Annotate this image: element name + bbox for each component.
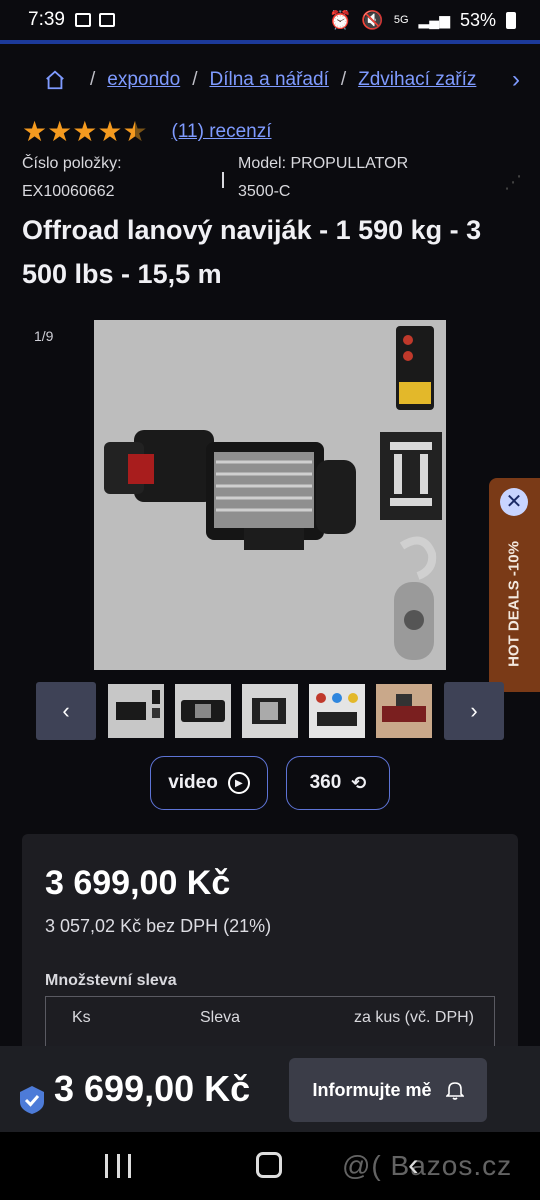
next-image-button[interactable]: ›: [444, 682, 504, 740]
status-indicators: ⏰ 🔇 5G ▂▄▆ 53%: [329, 10, 516, 31]
notify-me-button[interactable]: Informujte mě: [289, 1058, 487, 1122]
hot-deals-label: HOT DEALS -10%: [505, 541, 523, 667]
play-icon: ▶: [227, 772, 250, 794]
gallery-notification-icon: [74, 13, 91, 27]
thumbnail-image: [175, 684, 231, 738]
star-icon: ★: [97, 116, 123, 147]
star-icon: ★: [47, 116, 73, 147]
breadcrumb-separator: /: [90, 69, 96, 90]
video-label: video: [168, 772, 218, 793]
breadcrumb-item-workshop[interactable]: Dílna a nářadí: [209, 69, 328, 91]
bottom-price: 3 699,00 Kč: [54, 1068, 251, 1109]
item-info: Číslo položky: EX10060662 Model: PROPULL…: [22, 150, 522, 208]
chevron-right-icon: ›: [470, 698, 478, 723]
thumbnail[interactable]: [309, 684, 365, 738]
chevron-right-icon[interactable]: ›: [512, 66, 520, 94]
breadcrumb-item-expondo[interactable]: expondo: [107, 69, 180, 91]
thumbnail[interactable]: [376, 684, 432, 738]
item-number-value: EX10060662: [22, 183, 115, 200]
table-header-unit-price: za kus (vč. DPH): [353, 1009, 474, 1026]
chevron-left-icon: ‹: [62, 698, 70, 723]
image-counter: 1/9: [34, 328, 54, 344]
thumbnail-image: [376, 684, 432, 738]
rotate-icon: ⟲: [351, 772, 367, 793]
watermark: @( Bazos.cz: [342, 1150, 513, 1181]
star-icon: ★: [72, 116, 98, 147]
table-header-qty: Ks: [72, 1009, 91, 1026]
thumbnail[interactable]: [242, 684, 298, 738]
home-icon[interactable]: [44, 69, 66, 91]
share-icon[interactable]: ⋰: [504, 172, 522, 192]
thumbnail-image: [309, 684, 365, 738]
alarm-icon: ⏰: [328, 9, 352, 30]
model-value: 3500-C: [238, 183, 291, 200]
product-title: Offroad lanový naviják - 1 590 kg - 3 50…: [22, 215, 482, 289]
network-type: 5G: [393, 14, 409, 26]
battery-icon: [506, 11, 516, 29]
thumbnail-image: [242, 684, 298, 738]
view-360-button[interactable]: 360 ⟲: [286, 756, 390, 810]
header-accent-line: [0, 40, 540, 44]
shield-check-icon: [20, 1086, 44, 1114]
model-label: Model: PROPULLATOR: [238, 155, 409, 172]
battery-percent: 53%: [459, 9, 496, 30]
mute-icon: 🔇: [361, 9, 384, 30]
sticky-price-bar: 3 699,00 Kč Informujte mě: [0, 1046, 540, 1132]
star-icon: ★: [22, 116, 48, 147]
price-card: 3 699,00 Kč 3 057,02 Kč bez DPH (21%) Mn…: [22, 834, 518, 1074]
product-image[interactable]: [94, 320, 446, 670]
breadcrumb: / expondo / Dílna a nářadí / Zdvihací za…: [44, 62, 520, 98]
signal-icon: ▂▄▆: [418, 11, 450, 28]
notify-label: Informujte mě: [312, 1079, 432, 1100]
price-gross: 3 699,00 Kč: [45, 864, 231, 902]
thumbnail[interactable]: [175, 684, 231, 738]
breadcrumb-separator: /: [192, 69, 198, 90]
bell-icon: [445, 1082, 464, 1100]
half-star-icon: ★: [122, 116, 148, 147]
previous-image-button[interactable]: ‹: [36, 682, 96, 740]
breadcrumb-item-lifting[interactable]: Zdvihací zaříz: [358, 69, 476, 91]
item-number-label: Číslo položky:: [22, 155, 122, 172]
hot-deals-tab[interactable]: ✕ HOT DEALS -10%: [489, 478, 540, 692]
view360-label: 360: [309, 772, 342, 793]
reviews-link[interactable]: (11) recenzí: [172, 121, 272, 143]
recent-apps-button[interactable]: [105, 1154, 131, 1178]
quantity-discount-title: Množstevní sleva: [45, 972, 177, 989]
status-bar: 7:39 ⏰ 🔇 5G ▂▄▆ 53%: [0, 0, 540, 40]
thumbnail-strip: ‹ ›: [36, 682, 504, 740]
thumbnail-image: [108, 684, 164, 738]
video-button[interactable]: video ▶: [150, 756, 268, 810]
divider: [222, 172, 224, 188]
item-number: Číslo položky: EX10060662: [22, 150, 122, 206]
price-net: 3 057,02 Kč bez DPH (21%): [45, 916, 272, 936]
winch-illustration: [94, 320, 446, 670]
table-header-discount: Sleva: [200, 1009, 241, 1026]
breadcrumb-separator: /: [340, 69, 347, 90]
home-button[interactable]: [256, 1152, 282, 1178]
item-model: Model: PROPULLATOR 3500-C: [238, 150, 408, 206]
close-icon[interactable]: ✕: [500, 488, 528, 516]
media-buttons: video ▶ 360 ⟲: [150, 756, 390, 810]
thumbnail[interactable]: [108, 684, 164, 738]
status-time: 7:39: [28, 9, 65, 30]
check-notification-icon: [98, 13, 115, 27]
rating: ★ ★ ★ ★ ★ (11) recenzí: [22, 118, 272, 146]
